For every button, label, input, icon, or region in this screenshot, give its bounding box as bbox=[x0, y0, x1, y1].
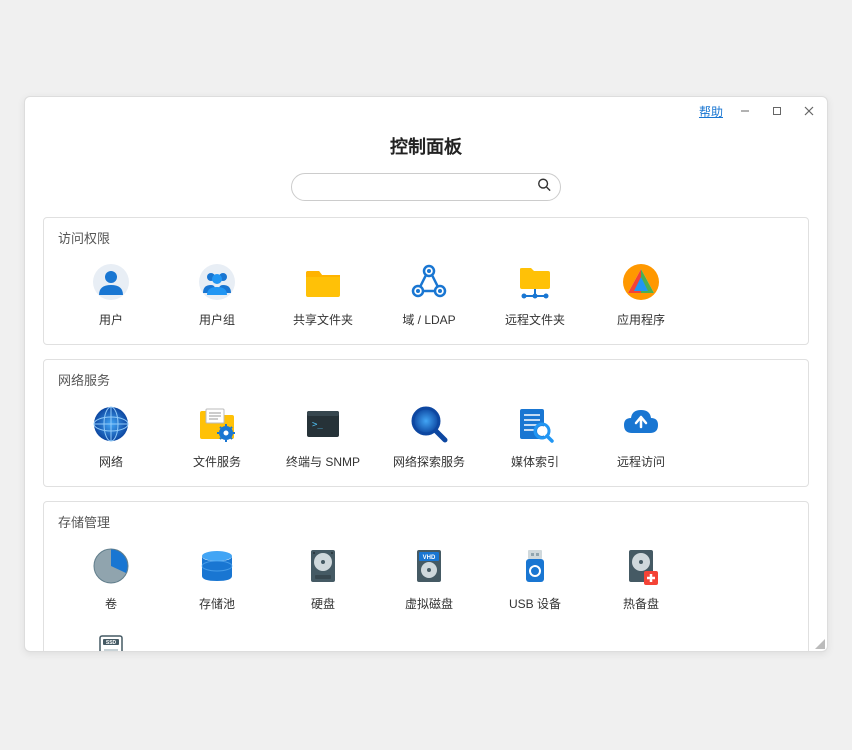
page-title: 控制面板 bbox=[25, 133, 827, 159]
header: 控制面板 bbox=[25, 125, 827, 173]
search-input[interactable] bbox=[291, 173, 561, 201]
section-grid: 卷 存储池 硬盘 VHD bbox=[58, 537, 794, 651]
remote-folder-icon bbox=[514, 261, 556, 303]
item-user[interactable]: 用户 bbox=[58, 253, 164, 338]
item-label: 网络探索服务 bbox=[393, 453, 465, 470]
user-icon bbox=[90, 261, 132, 303]
minimize-button[interactable] bbox=[735, 101, 755, 121]
item-label: 硬盘 bbox=[311, 595, 335, 612]
volume-icon bbox=[90, 545, 132, 587]
discovery-icon bbox=[408, 403, 450, 445]
svg-text:SSD: SSD bbox=[106, 640, 117, 646]
search-icon bbox=[537, 178, 551, 197]
section-grid: 用户 用户组 共享文件夹 bbox=[58, 253, 794, 338]
item-remote-access[interactable]: 远程访问 bbox=[588, 395, 694, 480]
domain-icon bbox=[408, 261, 450, 303]
item-media-index[interactable]: 媒体索引 bbox=[482, 395, 588, 480]
item-label: 网络 bbox=[99, 453, 123, 470]
item-label: USB 设备 bbox=[509, 595, 561, 612]
resize-handle[interactable] bbox=[813, 637, 825, 649]
section-network: 网络服务 网络 文件服务 >_ bbox=[43, 359, 809, 487]
file-service-icon bbox=[196, 403, 238, 445]
item-vhd[interactable]: VHD 虚拟磁盘 bbox=[376, 537, 482, 622]
section-title: 存储管理 bbox=[58, 512, 794, 531]
item-label: 应用程序 bbox=[617, 311, 665, 328]
titlebar: 帮助 bbox=[25, 97, 827, 125]
item-network[interactable]: 网络 bbox=[58, 395, 164, 480]
vhd-icon: VHD bbox=[408, 545, 450, 587]
item-discovery[interactable]: 网络探索服务 bbox=[376, 395, 482, 480]
item-volume[interactable]: 卷 bbox=[58, 537, 164, 622]
search bbox=[291, 173, 561, 201]
item-label: 存储池 bbox=[199, 595, 235, 612]
usb-icon bbox=[514, 545, 556, 587]
pool-icon bbox=[196, 545, 238, 587]
item-label: 域 / LDAP bbox=[402, 311, 455, 328]
terminal-icon: >_ bbox=[302, 403, 344, 445]
cache-icon: SSD bbox=[90, 630, 132, 651]
section-title: 网络服务 bbox=[58, 370, 794, 389]
item-apps[interactable]: 应用程序 bbox=[588, 253, 694, 338]
item-hotspare[interactable]: 热备盘 bbox=[588, 537, 694, 622]
item-cache[interactable]: SSD Hyper Cache bbox=[58, 622, 164, 651]
item-pool[interactable]: 存储池 bbox=[164, 537, 270, 622]
item-label: 用户 bbox=[99, 311, 123, 328]
item-label: 热备盘 bbox=[623, 595, 659, 612]
search-wrap bbox=[25, 173, 827, 201]
item-label: 虚拟磁盘 bbox=[405, 595, 453, 612]
control-panel-window: 帮助 控制面板 访问权限 bbox=[24, 96, 828, 652]
item-label: 远程访问 bbox=[617, 453, 665, 470]
section-storage: 存储管理 卷 存储池 bbox=[43, 501, 809, 651]
item-users[interactable]: 用户组 bbox=[164, 253, 270, 338]
item-disk[interactable]: 硬盘 bbox=[270, 537, 376, 622]
media-index-icon bbox=[514, 403, 556, 445]
item-label: 文件服务 bbox=[193, 453, 241, 470]
item-label: 终端与 SNMP bbox=[286, 453, 360, 470]
network-icon bbox=[90, 403, 132, 445]
section-grid: 网络 文件服务 >_ 终端与 SNMP bbox=[58, 395, 794, 480]
users-icon bbox=[196, 261, 238, 303]
svg-text:>_: >_ bbox=[312, 420, 323, 430]
apps-icon bbox=[620, 261, 662, 303]
item-shared-folder[interactable]: 共享文件夹 bbox=[270, 253, 376, 338]
item-label: 共享文件夹 bbox=[293, 311, 353, 328]
item-usb[interactable]: USB 设备 bbox=[482, 537, 588, 622]
item-domain-ldap[interactable]: 域 / LDAP bbox=[376, 253, 482, 338]
disk-icon bbox=[302, 545, 344, 587]
section-access: 访问权限 用户 用户组 bbox=[43, 217, 809, 345]
section-title: 访问权限 bbox=[58, 228, 794, 247]
item-label: 卷 bbox=[105, 595, 117, 612]
hotspare-icon bbox=[620, 545, 662, 587]
maximize-button[interactable] bbox=[767, 101, 787, 121]
item-label: 媒体索引 bbox=[511, 453, 559, 470]
item-remote-folder[interactable]: 远程文件夹 bbox=[482, 253, 588, 338]
remote-access-icon bbox=[620, 403, 662, 445]
item-file-service[interactable]: 文件服务 bbox=[164, 395, 270, 480]
item-label: 远程文件夹 bbox=[505, 311, 565, 328]
item-terminal[interactable]: >_ 终端与 SNMP bbox=[270, 395, 376, 480]
close-button[interactable] bbox=[799, 101, 819, 121]
content-scroll[interactable]: 访问权限 用户 用户组 bbox=[25, 217, 827, 651]
help-link[interactable]: 帮助 bbox=[699, 103, 723, 120]
svg-text:VHD: VHD bbox=[423, 555, 436, 561]
folder-icon bbox=[302, 261, 344, 303]
item-label: 用户组 bbox=[199, 311, 235, 328]
